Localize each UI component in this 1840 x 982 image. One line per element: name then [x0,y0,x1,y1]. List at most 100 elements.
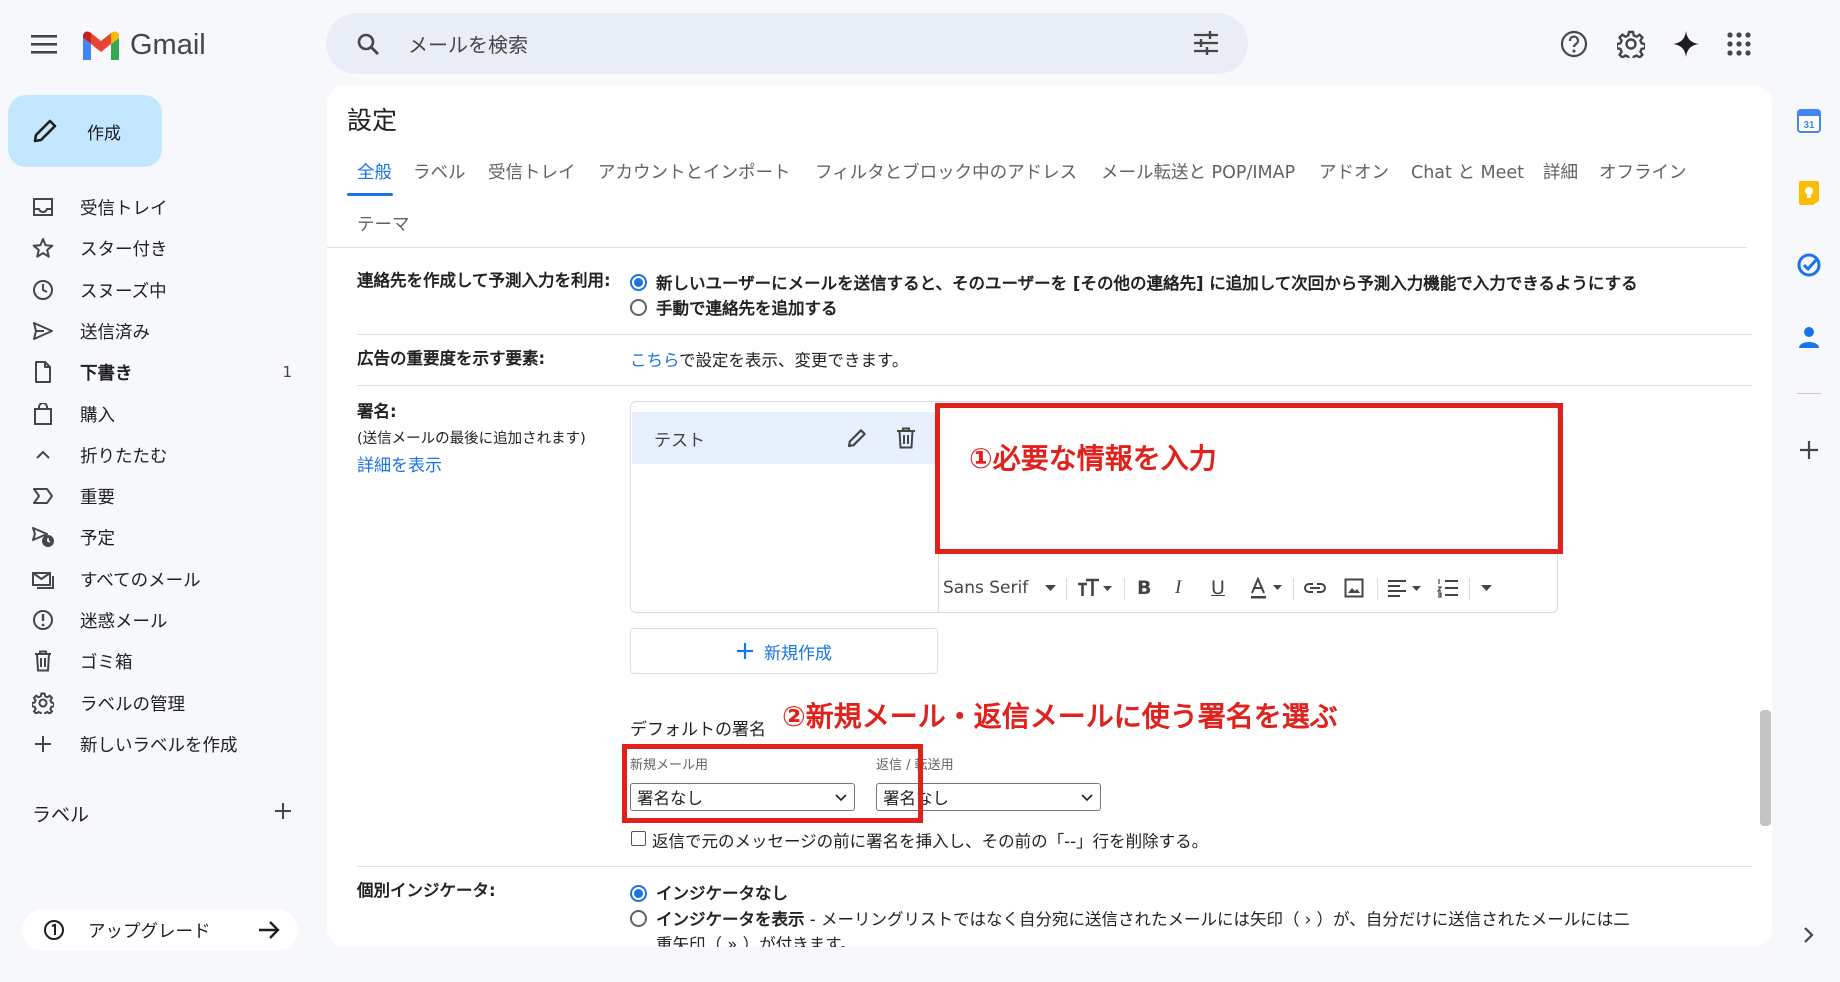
ads-setting-text: こちらで設定を表示、変更できます。 [630,351,909,370]
indicators-none-option: インジケータなし [656,884,788,903]
add-label-icon[interactable] [270,798,296,824]
expand-panel-chevron-icon[interactable] [1790,916,1828,954]
tab-filters[interactable]: フィルタとブロック中のアドレス [815,159,1077,184]
upgrade-button[interactable]: アップグレード [22,909,298,951]
align-icon[interactable] [1385,573,1425,603]
toolbar-separator [1124,578,1125,600]
search-input[interactable]: メールを検索 [408,29,528,58]
bold-icon[interactable]: B [1137,573,1151,603]
unread-count: 1 [282,363,292,381]
sidebar-item[interactable]: 購入 [0,395,310,433]
main-menu-button[interactable] [22,22,66,66]
gmail-logo[interactable]: Gmail [80,26,206,64]
annotation-box-step1 [935,403,1563,554]
compose-button[interactable]: 作成 [8,95,162,167]
edit-pencil-icon[interactable] [844,425,870,451]
new-signature-button[interactable]: 新規作成 [630,628,938,674]
keep-icon[interactable] [1790,174,1828,212]
pencil-icon [28,114,62,148]
sidebar-item[interactable]: スヌーズ中 [0,271,310,309]
signature-name: テスト [654,430,705,451]
annotation-step2: ②新規メール・返信メールに使う署名を選ぶ [782,700,1338,733]
tab-offline[interactable]: オフライン [1599,159,1687,184]
signature-format-toolbar: Sans Serif B I U [941,565,1551,611]
tab-general[interactable]: 全般 [357,159,392,184]
chevron-up-icon [28,440,58,470]
tab-chat-meet[interactable]: Chat と Meet [1411,159,1524,184]
sidebar-item-label: 折りたたむ [80,446,168,467]
gemini-sparkle-icon[interactable] [1663,21,1709,67]
font-family-select[interactable]: Sans Serif [943,573,1028,603]
divider [357,866,1752,867]
ads-settings-link[interactable]: こちら [630,351,679,370]
search-icon[interactable] [346,22,390,66]
signature-list-item[interactable]: テスト [632,412,937,464]
indicators-setting-label: 個別インジケータ: [357,881,496,900]
insert-image-icon[interactable] [1341,573,1367,603]
add-addon-icon[interactable] [1790,431,1828,469]
sidebar-item-label: 迷惑メール [80,611,168,632]
rail-divider [1797,393,1821,394]
tab-labels[interactable]: ラベル [413,159,466,184]
scrollbar-thumb[interactable] [1760,710,1771,826]
dropdown-arrow-icon[interactable] [1043,573,1057,603]
text-color-icon[interactable] [1247,573,1287,603]
sidebar-item[interactable]: 送信済み [0,312,310,350]
sidebar-item[interactable]: 迷惑メール [0,601,310,639]
insert-before-quote-checkbox[interactable] [631,831,646,846]
contacts-manual-radio[interactable] [630,299,647,316]
sidebar-item[interactable]: すべてのメール [0,560,310,598]
sidebar-item[interactable]: 予定 [0,518,310,556]
indicators-show-radio[interactable] [630,910,647,927]
sidebar-item-label: 重要 [80,487,115,508]
clock-icon [28,275,58,305]
contacts-auto-radio[interactable] [630,274,647,291]
tabs-divider [327,247,1747,248]
annotation-box-step2 [622,744,923,823]
sidebar-item-label: 受信トレイ [80,198,168,219]
contacts-setting-label: 連絡先を作成して予測入力を利用: [357,271,611,290]
font-size-icon[interactable] [1075,573,1115,603]
search-options-icon[interactable] [1184,21,1228,65]
tab-advanced[interactable]: 詳細 [1543,159,1578,184]
contacts-icon[interactable] [1790,318,1828,356]
sidebar-item[interactable]: 重要 [0,477,310,515]
tab-themes[interactable]: テーマ [357,211,410,236]
italic-icon[interactable]: I [1175,573,1181,603]
help-icon[interactable] [1551,21,1597,67]
settings-gear-icon[interactable] [1608,21,1654,67]
sidebar-item[interactable]: 折りたたむ [0,436,310,474]
apps-grid-icon[interactable] [1716,21,1762,67]
tab-accounts-import[interactable]: アカウントとインポート [598,159,791,184]
sidebar-item-label: 下書き [80,363,133,384]
link-icon[interactable] [1301,573,1329,603]
insert-before-quote-text: 返信で元のメッセージの前に署名を挿入し、その前の「--」行を削除する。 [652,832,1209,851]
sidebar-item[interactable]: 新しいラベルを作成 [0,725,310,763]
signature-sublabel: (送信メールの最後に追加されます) [357,431,586,447]
sidebar-item-label: 送信済み [80,322,150,343]
sidebar-item[interactable]: ゴミ箱 [0,642,310,680]
trash-icon [28,646,58,676]
more-formatting-icon[interactable] [1477,573,1495,603]
sidebar-item-label: スヌーズ中 [80,281,167,302]
tab-forwarding-pop-imap[interactable]: メール転送と POP/IMAP [1101,159,1295,184]
delete-trash-icon[interactable] [893,425,919,451]
sidebar-item[interactable]: 下書き 1 [0,353,310,391]
hamburger-icon [31,35,57,54]
calendar-icon[interactable]: 31 [1790,102,1828,140]
signature-setting-label: 署名: [357,402,397,421]
all-mail-icon [28,564,58,594]
signature-details-link[interactable]: 詳細を表示 [357,451,442,476]
underline-icon[interactable]: U [1211,573,1225,603]
indicators-none-radio[interactable] [630,885,647,902]
search-bar[interactable]: メールを検索 [326,13,1248,74]
plus-icon [737,643,753,659]
sidebar-item[interactable]: ラベルの管理 [0,684,310,722]
sidebar-item[interactable]: スター付き [0,229,310,267]
tab-inbox[interactable]: 受信トレイ [488,159,576,184]
tasks-icon[interactable] [1790,246,1828,284]
tab-addons[interactable]: アドオン [1319,159,1389,184]
active-tab-indicator [347,193,393,196]
sidebar-item[interactable]: 受信トレイ [0,188,310,226]
numbered-list-icon[interactable] [1435,573,1461,603]
